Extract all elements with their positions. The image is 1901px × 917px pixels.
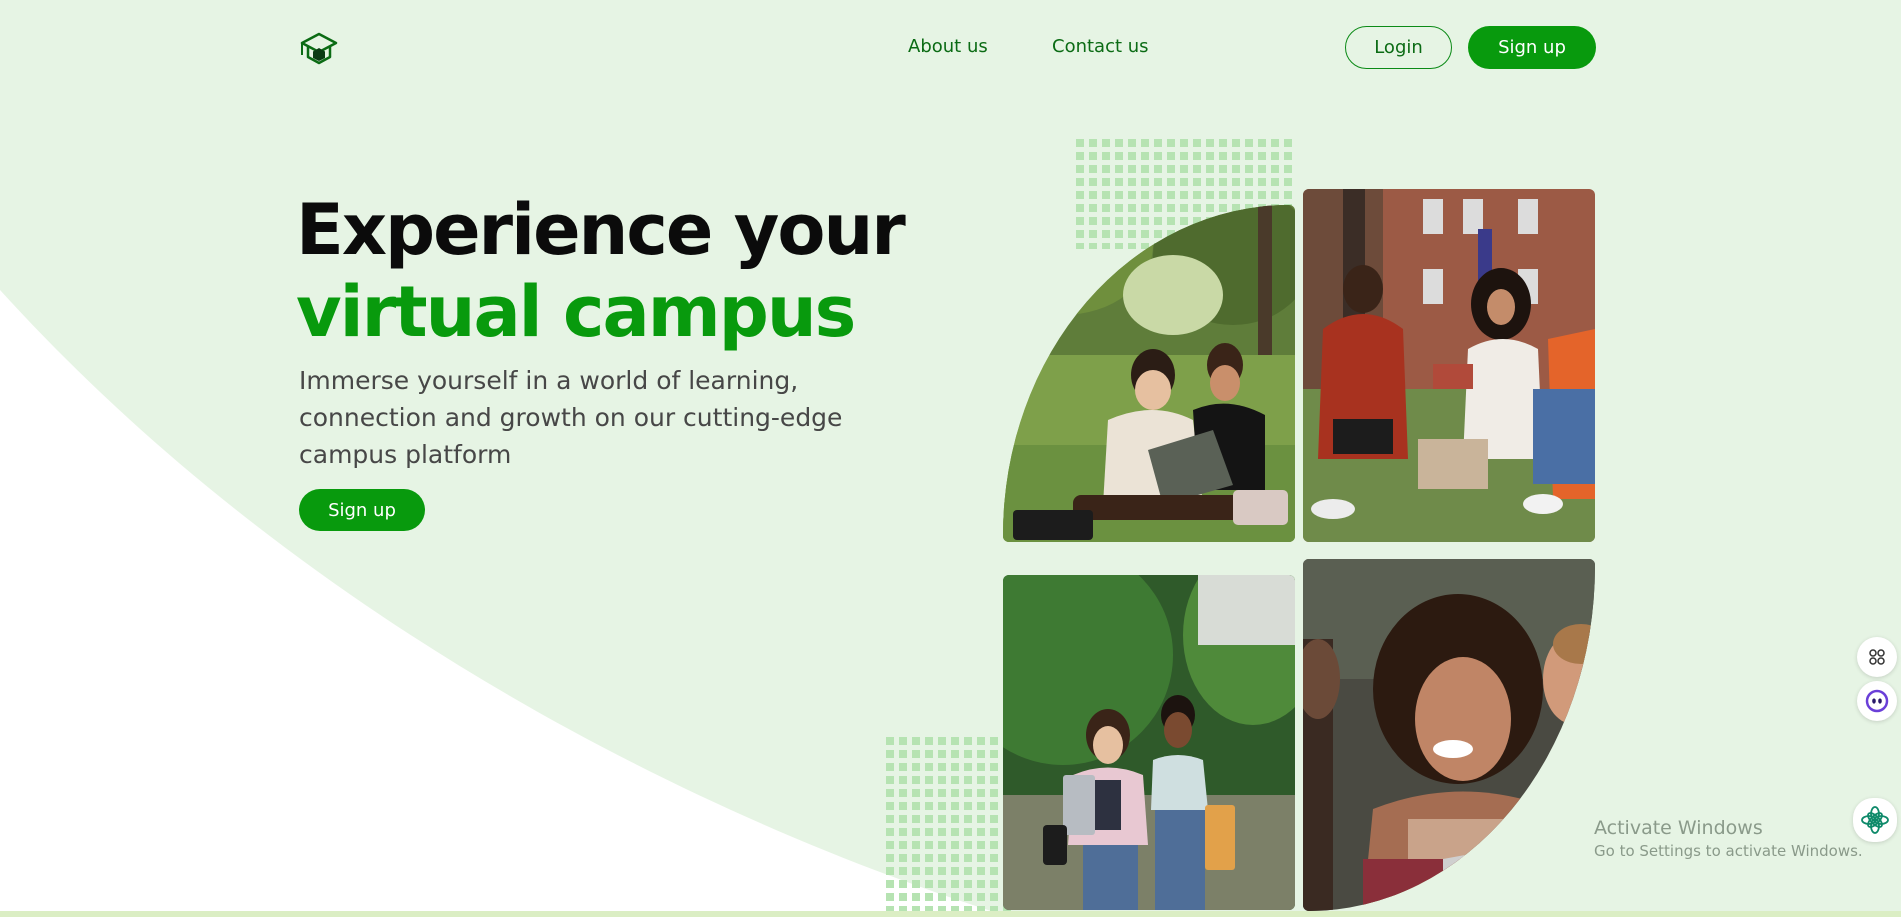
activate-windows-subtitle: Go to Settings to activate Windows.	[1594, 842, 1863, 860]
hero-signup-button[interactable]: Sign up	[299, 489, 425, 531]
login-button[interactable]: Login	[1345, 26, 1452, 69]
hero-title-line1: Experience your	[296, 189, 906, 271]
side-widget-ai[interactable]	[1853, 798, 1897, 842]
graduation-cap-icon	[300, 32, 338, 65]
activate-windows-title: Activate Windows	[1594, 817, 1763, 839]
logo[interactable]	[298, 31, 340, 65]
hero-title-line2: virtual campus	[296, 271, 856, 353]
gallery-photo-group-lawn	[1303, 189, 1595, 542]
side-widget-assistant[interactable]	[1857, 681, 1897, 721]
assistant-face-icon	[1865, 689, 1889, 713]
ai-flower-icon	[1861, 806, 1889, 834]
nav-about-us[interactable]: About us	[908, 36, 988, 57]
gallery-photo-students-walking	[1003, 575, 1295, 910]
hero-subtitle: Immerse yourself in a world of learning,…	[299, 366, 843, 469]
side-widget-apps[interactable]	[1857, 637, 1897, 677]
header-signup-button[interactable]: Sign up	[1468, 26, 1596, 69]
nav-contact-us[interactable]: Contact us	[1052, 36, 1149, 57]
bottom-strip	[0, 911, 1901, 917]
apps-grid-icon	[1869, 649, 1885, 665]
dot-pattern-bottom	[886, 737, 1011, 912]
